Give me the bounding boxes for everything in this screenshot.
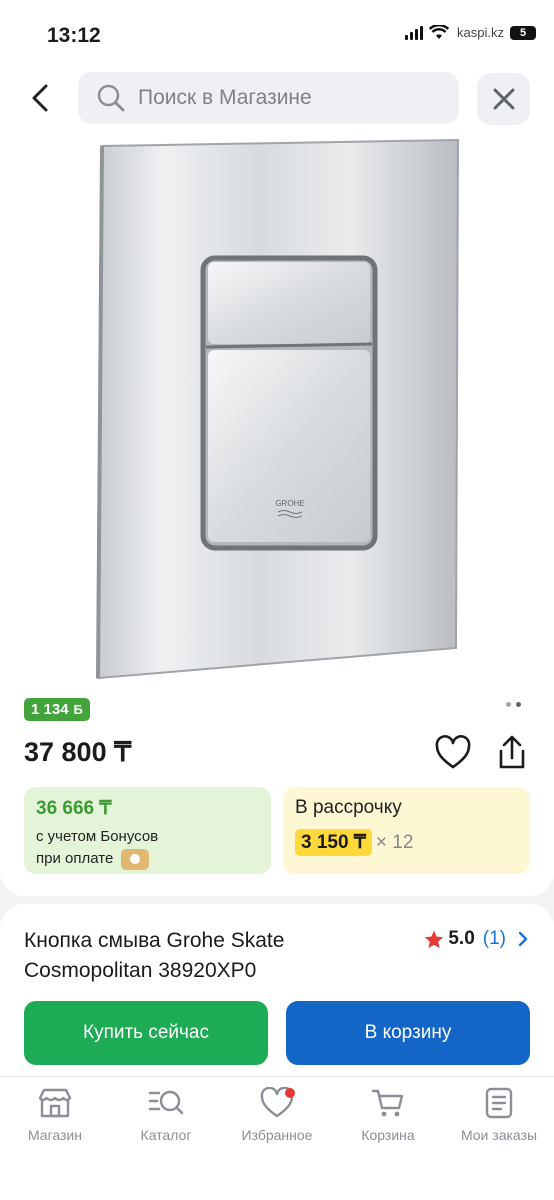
tab-cart[interactable]: Корзина	[333, 1087, 443, 1143]
status-bar: 13:12 kaspi.kz 5	[0, 0, 554, 64]
watermark-text: kaspi.kz	[457, 25, 504, 40]
rating-score: 5.0	[448, 928, 475, 949]
catalog-search-icon	[148, 1090, 184, 1115]
bonus-price-box[interactable]: 36 666 ₸ с учетом Бонусов при оплате	[24, 787, 271, 874]
bonus-price-line1: с учетом Бонусов	[36, 828, 159, 845]
gallery-dot	[506, 702, 511, 707]
share-icon	[499, 735, 525, 769]
kaspi-pay-icon	[121, 848, 150, 870]
chevron-right-icon	[518, 931, 528, 947]
tab-favorites-label: Избранное	[241, 1127, 313, 1143]
chevron-left-icon	[32, 84, 48, 112]
share-button[interactable]	[494, 734, 530, 772]
installment-box[interactable]: В рассрочку 3 150 ₸ × 12	[283, 787, 530, 874]
tab-favorites[interactable]: Избранное	[222, 1087, 332, 1143]
grohe-logo: GROHE	[275, 499, 304, 508]
tab-catalog-label: Каталог	[140, 1127, 192, 1143]
tab-cart-label: Корзина	[361, 1127, 415, 1143]
close-icon	[493, 88, 514, 110]
product-title: Кнопка смыва Grohe Skate Cosmopolitan 38…	[24, 929, 285, 982]
status-time: 13:12	[47, 24, 101, 47]
search-input[interactable]	[138, 86, 438, 110]
rating-link[interactable]: 5.0 (1)	[424, 928, 530, 950]
signal-icon	[405, 24, 424, 40]
bottom-tab-bar: Магазин Каталог Избранное Корзина Мои за…	[0, 1076, 554, 1200]
bonus-badge: 1 134 Б	[24, 698, 90, 721]
installment-multiplier: × 12	[375, 831, 414, 853]
product-price: 37 800 ₸	[24, 737, 132, 767]
heart-icon	[435, 735, 471, 769]
product-image[interactable]: GROHE	[94, 138, 460, 682]
search-bar[interactable]	[78, 72, 459, 124]
status-icons: kaspi.kz 5	[405, 24, 536, 40]
battery-icon: 5	[510, 26, 536, 40]
bonus-symbol: Б	[73, 702, 83, 717]
product-card: GROHE 1 134 Б 37 800 ₸ 36 666 ₸ с учетом…	[0, 134, 554, 896]
tab-orders-label: Мои заказы	[460, 1127, 538, 1143]
close-button[interactable]	[477, 73, 530, 125]
store-icon	[38, 1088, 72, 1118]
add-to-cart-button[interactable]: В корзину	[286, 1001, 530, 1065]
review-count: (1)	[482, 928, 506, 949]
tab-store[interactable]: Магазин	[0, 1087, 110, 1143]
search-icon	[97, 84, 125, 112]
star-icon	[425, 930, 444, 948]
bonus-price-line2: при оплате	[36, 850, 114, 867]
tab-orders[interactable]: Мои заказы	[444, 1087, 554, 1143]
cart-icon	[371, 1089, 404, 1117]
gallery-dot-active	[516, 702, 521, 707]
wifi-icon	[429, 25, 450, 39]
top-bar	[0, 64, 554, 134]
orders-icon	[485, 1087, 513, 1119]
gallery-pagination	[506, 702, 521, 707]
tab-store-label: Магазин	[27, 1127, 82, 1143]
buy-now-button[interactable]: Купить сейчас	[24, 1001, 268, 1065]
bonus-price-amount: 36 666 ₸	[36, 798, 112, 819]
installment-label: В рассрочку	[295, 797, 402, 818]
bonus-amount: 1 134	[31, 701, 69, 718]
notification-dot	[285, 1088, 295, 1098]
tab-catalog[interactable]: Каталог	[111, 1087, 221, 1143]
favorite-button[interactable]	[434, 735, 472, 771]
back-button[interactable]	[24, 78, 60, 118]
installment-amount: 3 150 ₸	[295, 829, 372, 856]
